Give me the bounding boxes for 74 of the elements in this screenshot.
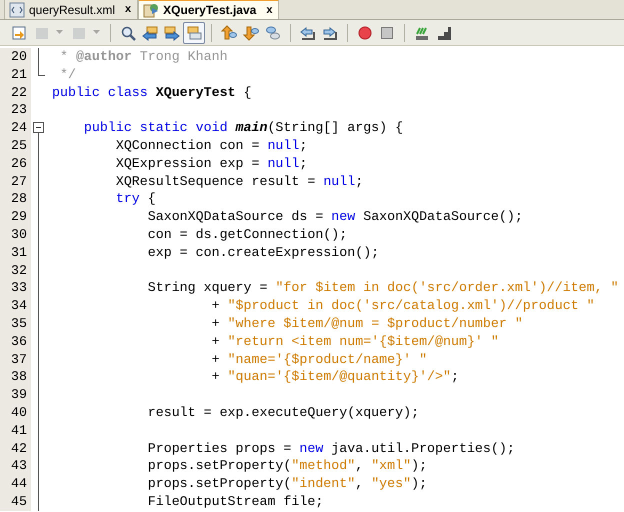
up-arrow-icon — [221, 24, 237, 40]
left-arrow-icon — [142, 24, 158, 40]
line-number: 38 — [0, 368, 31, 386]
code-line: XQExpression exp = null; — [114, 154, 308, 173]
line-number: 31 — [0, 244, 31, 262]
fold-line — [38, 48, 39, 66]
line-number: 35 — [0, 314, 31, 333]
stop-icon — [379, 24, 395, 40]
line-number: 39 — [0, 386, 31, 404]
shift-left-icon — [300, 24, 316, 40]
bookmark-icon — [265, 24, 281, 40]
line-number: 20 — [0, 48, 31, 66]
code-line: * @author Trong Khanh — [58, 48, 228, 66]
code-line: + "where $item/@num = $product/number " — [210, 314, 523, 333]
record-icon — [357, 24, 373, 40]
stairs-icon — [436, 24, 452, 40]
line-number: 25 — [0, 136, 31, 155]
line-number: 24 — [0, 119, 31, 137]
source-edit-icon — [11, 24, 27, 40]
right-arrow-icon — [164, 24, 180, 40]
line-number: 23 — [0, 101, 31, 120]
code-line: XQConnection con = null; — [114, 136, 308, 155]
line-number: 32 — [0, 262, 31, 280]
code-line: result = exp.executeQuery(xquery); — [146, 404, 420, 422]
code-line: con = ds.getConnection(); — [146, 226, 348, 244]
highlight-icon — [186, 24, 202, 40]
line-number: 22 — [0, 84, 31, 102]
code-line: */ — [58, 66, 76, 84]
code-line: public class XQueryTest { — [51, 84, 252, 102]
line-number: 42 — [0, 440, 31, 458]
code-line: XQResultSequence result = null; — [114, 172, 364, 190]
line-number: 41 — [0, 422, 31, 440]
line-number: 43 — [0, 457, 31, 476]
toolbar-button[interactable] — [183, 22, 205, 44]
caret-icon — [93, 30, 100, 35]
code-line: + "return <item num='{$item/@num}' " — [210, 332, 499, 351]
code-line: props.setProperty("indent", "yes"); — [146, 475, 428, 493]
line-number: 30 — [0, 226, 31, 244]
line-number: 28 — [0, 190, 31, 208]
caret-icon — [56, 30, 63, 35]
macro-icon — [414, 24, 430, 40]
java-file-icon — [143, 2, 160, 18]
search-icon — [120, 24, 136, 40]
xml-file-icon — [9, 2, 25, 18]
line-number: 37 — [0, 350, 31, 368]
line-number: 44 — [0, 475, 31, 493]
code-line: + "quan='{$item/@quantity}'/>"; — [210, 368, 459, 386]
code-line: exp = con.createExpression(); — [146, 244, 380, 262]
editor-tab[interactable]: queryResult.xml x — [4, 0, 138, 19]
code-line: public static void main(String[] args) { — [82, 119, 404, 137]
code-line: try { — [114, 190, 156, 208]
collapse-icon[interactable] — [33, 122, 44, 134]
line-number: 33 — [0, 279, 31, 298]
shift-right-icon — [322, 24, 338, 40]
code-line: + "$product in doc('src/catalog.xml')//product " — [210, 297, 595, 315]
fold-end-icon — [38, 66, 45, 76]
code-line: SaxonXQDataSource ds = new SaxonXQDataSource(); — [146, 208, 523, 226]
close-tab-button[interactable]: x — [266, 2, 272, 18]
code-line: Properties props = new java.util.Properties(); — [146, 440, 515, 458]
code-line: FileOutputStream file; — [146, 492, 324, 511]
code-line: props.setProperty("method", "xml"); — [146, 457, 428, 476]
line-number: 34 — [0, 297, 31, 315]
line-number: 45 — [0, 492, 31, 511]
line-number: 27 — [0, 172, 31, 190]
line-number: 40 — [0, 404, 31, 422]
line-number: 26 — [0, 154, 31, 173]
close-tab-button[interactable]: x — [125, 1, 132, 18]
line-number: 36 — [0, 332, 31, 351]
code-line: String xquery = "for $item in doc('src/order.xml')//item, " — [146, 279, 619, 298]
line-number: 29 — [0, 208, 31, 226]
code-line: + "name='{$product/name}' " — [210, 350, 428, 368]
line-number: 21 — [0, 66, 31, 84]
editor-tab[interactable]: XQueryTest.java x — [138, 0, 280, 19]
down-arrow-icon — [243, 24, 259, 40]
